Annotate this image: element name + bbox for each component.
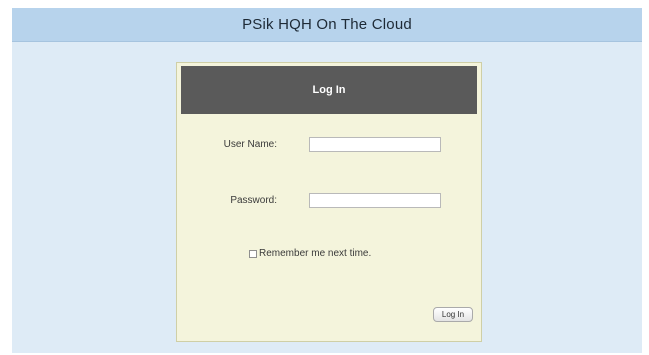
password-input[interactable]	[309, 193, 441, 208]
username-label: User Name:	[223, 139, 277, 150]
password-label: Password:	[230, 195, 277, 206]
login-panel: Log In User Name: Password: Remember me …	[176, 62, 482, 342]
login-title: Log In	[312, 84, 346, 96]
site-header: PSik HQH On The Cloud	[12, 8, 642, 42]
remember-me-label: Remember me next time.	[259, 248, 372, 259]
site-title: PSik HQH On The Cloud	[242, 16, 412, 33]
login-header: Log In	[181, 66, 477, 114]
username-input[interactable]	[309, 137, 441, 152]
remember-me-option[interactable]: Remember me next time.	[249, 248, 371, 259]
remember-me-checkbox[interactable]	[249, 249, 257, 258]
login-button[interactable]: Log In	[433, 307, 473, 322]
